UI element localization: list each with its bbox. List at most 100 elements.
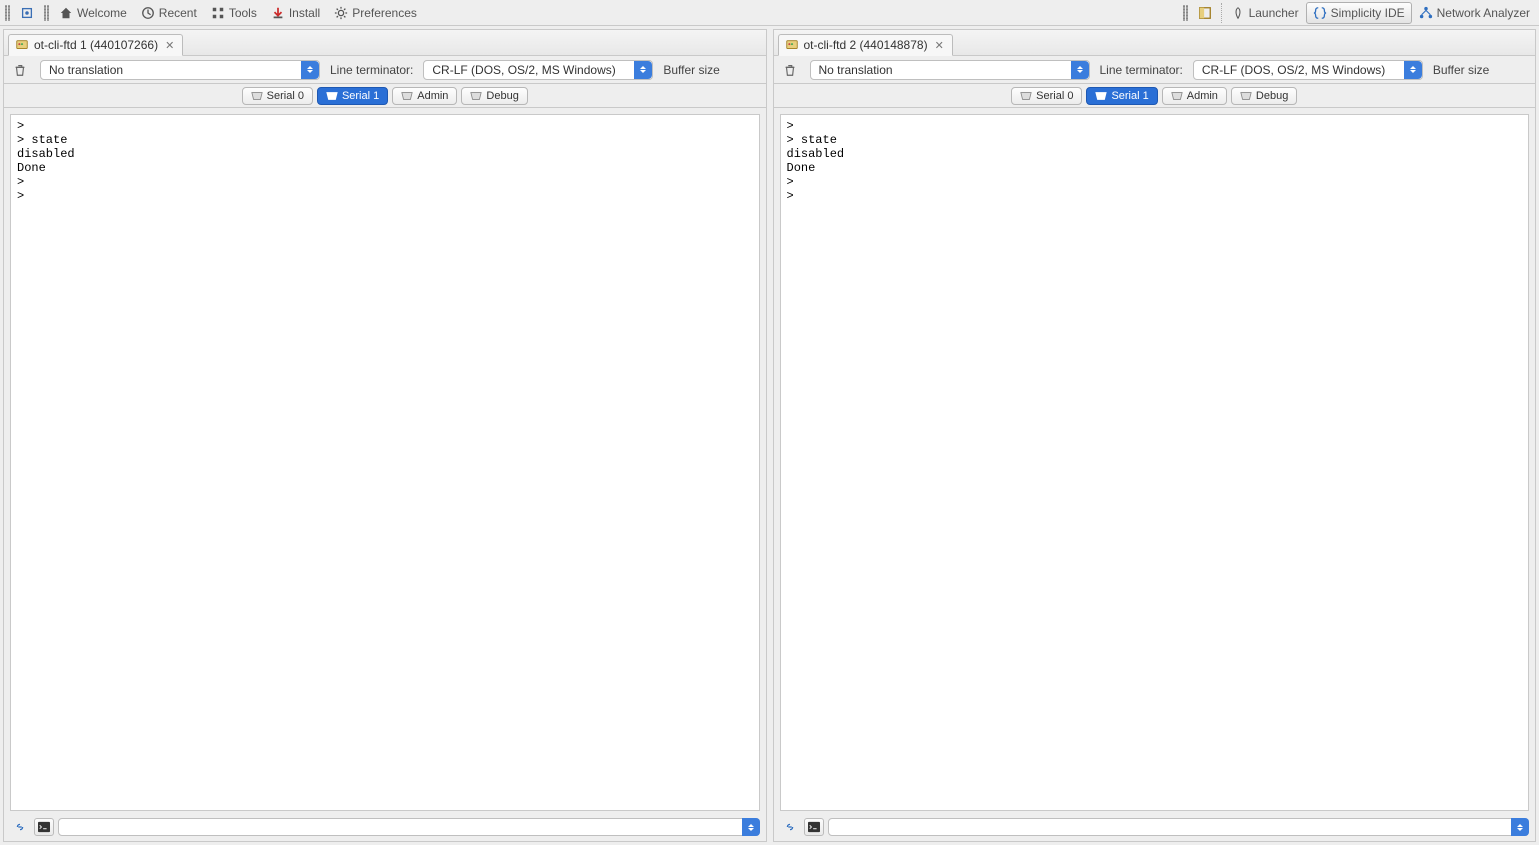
subtab-debug[interactable]: Debug [461, 87, 527, 105]
toolbar-drag-handle[interactable] [1180, 5, 1191, 21]
editor-tab-row: ot-cli-ftd 2 (440148878) ✕ [774, 30, 1536, 56]
clear-button[interactable] [10, 60, 30, 80]
download-icon [271, 6, 285, 20]
console-output[interactable]: > > state disabled Done > > [10, 114, 760, 811]
console-input-bar [4, 817, 766, 841]
subtab-label: Serial 0 [1036, 90, 1073, 102]
main-toolbar: Welcome Recent Tools Install Preferences… [0, 0, 1539, 26]
editor-area: ot-cli-ftd 1 (440107266) ✕ No translatio… [0, 26, 1539, 845]
network-icon [1419, 6, 1433, 20]
lineterm-value: CR-LF (DOS, OS/2, MS Windows) [432, 63, 615, 77]
console-output[interactable]: > > state disabled Done > > [780, 114, 1530, 811]
subtab-label: Admin [1187, 90, 1218, 102]
console-subtab-row: Serial 0 Serial 1 Admin Debug [4, 84, 766, 108]
device-console-icon [15, 38, 29, 52]
welcome-label: Welcome [77, 6, 127, 20]
recent-button[interactable]: Recent [134, 2, 204, 24]
console-pane-0: ot-cli-ftd 1 (440107266) ✕ No translatio… [3, 29, 767, 842]
lineterm-label: Line terminator: [1100, 63, 1183, 77]
serial-port-icon [1020, 91, 1032, 101]
command-input[interactable] [828, 818, 1530, 836]
link-toggle-button[interactable] [780, 818, 800, 836]
install-label: Install [289, 6, 320, 20]
launcher-label: Launcher [1249, 6, 1299, 20]
editor-tab-title: ot-cli-ftd 1 (440107266) [34, 38, 158, 52]
subtab-admin[interactable]: Admin [1162, 87, 1227, 105]
device-console-icon [785, 38, 799, 52]
close-icon[interactable]: ✕ [163, 39, 176, 52]
subtab-label: Admin [417, 90, 448, 102]
subtab-debug[interactable]: Debug [1231, 87, 1297, 105]
console-config-row: No translation Line terminator: CR-LF (D… [774, 56, 1536, 84]
simplicity-ide-perspective[interactable]: Simplicity IDE [1306, 2, 1412, 24]
editor-tab-row: ot-cli-ftd 1 (440107266) ✕ [4, 30, 766, 56]
terminal-button[interactable] [804, 818, 824, 836]
toolbar-drag-handle[interactable] [2, 5, 13, 21]
console-subtab-row: Serial 0 Serial 1 Admin Debug [774, 84, 1536, 108]
recent-label: Recent [159, 6, 197, 20]
toolbar-drag-handle[interactable] [41, 5, 52, 21]
network-analyzer-label: Network Analyzer [1437, 6, 1530, 20]
console-text: > > state disabled Done > > [781, 115, 1529, 207]
link-toggle-button[interactable] [10, 818, 30, 836]
lineterm-label: Line terminator: [330, 63, 413, 77]
serial-port-icon [470, 91, 482, 101]
trash-icon [13, 63, 27, 77]
subtab-serial0[interactable]: Serial 0 [242, 87, 313, 105]
close-icon[interactable]: ✕ [933, 39, 946, 52]
link-icon [783, 820, 797, 834]
lineterm-value: CR-LF (DOS, OS/2, MS Windows) [1202, 63, 1385, 77]
home-icon [59, 6, 73, 20]
console-input-bar [774, 817, 1536, 841]
select-stepper-icon [1404, 61, 1422, 79]
editor-tab-title: ot-cli-ftd 2 (440148878) [804, 38, 928, 52]
link-icon [13, 820, 27, 834]
select-stepper-icon [1071, 61, 1089, 79]
tools-label: Tools [229, 6, 257, 20]
select-stepper-icon [1511, 818, 1529, 836]
console-config-row: No translation Line terminator: CR-LF (D… [4, 56, 766, 84]
network-analyzer-perspective[interactable]: Network Analyzer [1412, 2, 1537, 24]
subtab-label: Debug [1256, 90, 1288, 102]
subtab-label: Serial 1 [1111, 90, 1148, 102]
lineterm-select[interactable]: CR-LF (DOS, OS/2, MS Windows) [423, 60, 653, 80]
terminal-button[interactable] [34, 818, 54, 836]
launcher-perspective[interactable]: Launcher [1224, 2, 1306, 24]
translation-select[interactable]: No translation [40, 60, 320, 80]
terminal-icon [37, 821, 51, 833]
serial-port-icon [1171, 91, 1183, 101]
buffer-size-label: Buffer size [1433, 63, 1489, 77]
subtab-label: Serial 0 [267, 90, 304, 102]
console-pane-1: ot-cli-ftd 2 (440148878) ✕ No translatio… [773, 29, 1537, 842]
subtab-serial1[interactable]: Serial 1 [1086, 87, 1157, 105]
subtab-admin[interactable]: Admin [392, 87, 457, 105]
install-button[interactable]: Install [264, 2, 327, 24]
perspective-icon [1198, 6, 1212, 20]
subtab-serial1[interactable]: Serial 1 [317, 87, 388, 105]
subtab-serial0[interactable]: Serial 0 [1011, 87, 1082, 105]
console-text: > > state disabled Done > > [11, 115, 759, 207]
editor-tab[interactable]: ot-cli-ftd 1 (440107266) ✕ [8, 34, 183, 56]
select-stepper-icon [301, 61, 319, 79]
tools-button[interactable]: Tools [204, 2, 264, 24]
command-input[interactable] [58, 818, 760, 836]
editor-tab[interactable]: ot-cli-ftd 2 (440148878) ✕ [778, 34, 953, 56]
subtab-label: Serial 1 [342, 90, 379, 102]
debug-chip-button[interactable] [13, 2, 41, 24]
clear-button[interactable] [780, 60, 800, 80]
rocket-icon [1231, 6, 1245, 20]
subtab-label: Debug [486, 90, 518, 102]
preferences-button[interactable]: Preferences [327, 2, 424, 24]
select-stepper-icon [634, 61, 652, 79]
chip-debug-icon [20, 6, 34, 20]
open-perspective-button[interactable] [1191, 2, 1219, 24]
terminal-icon [807, 821, 821, 833]
serial-port-icon [1240, 91, 1252, 101]
translation-select[interactable]: No translation [810, 60, 1090, 80]
serial-port-icon [1095, 91, 1107, 101]
trash-icon [783, 63, 797, 77]
history-icon [141, 6, 155, 20]
welcome-button[interactable]: Welcome [52, 2, 134, 24]
serial-port-icon [326, 91, 338, 101]
lineterm-select[interactable]: CR-LF (DOS, OS/2, MS Windows) [1193, 60, 1423, 80]
